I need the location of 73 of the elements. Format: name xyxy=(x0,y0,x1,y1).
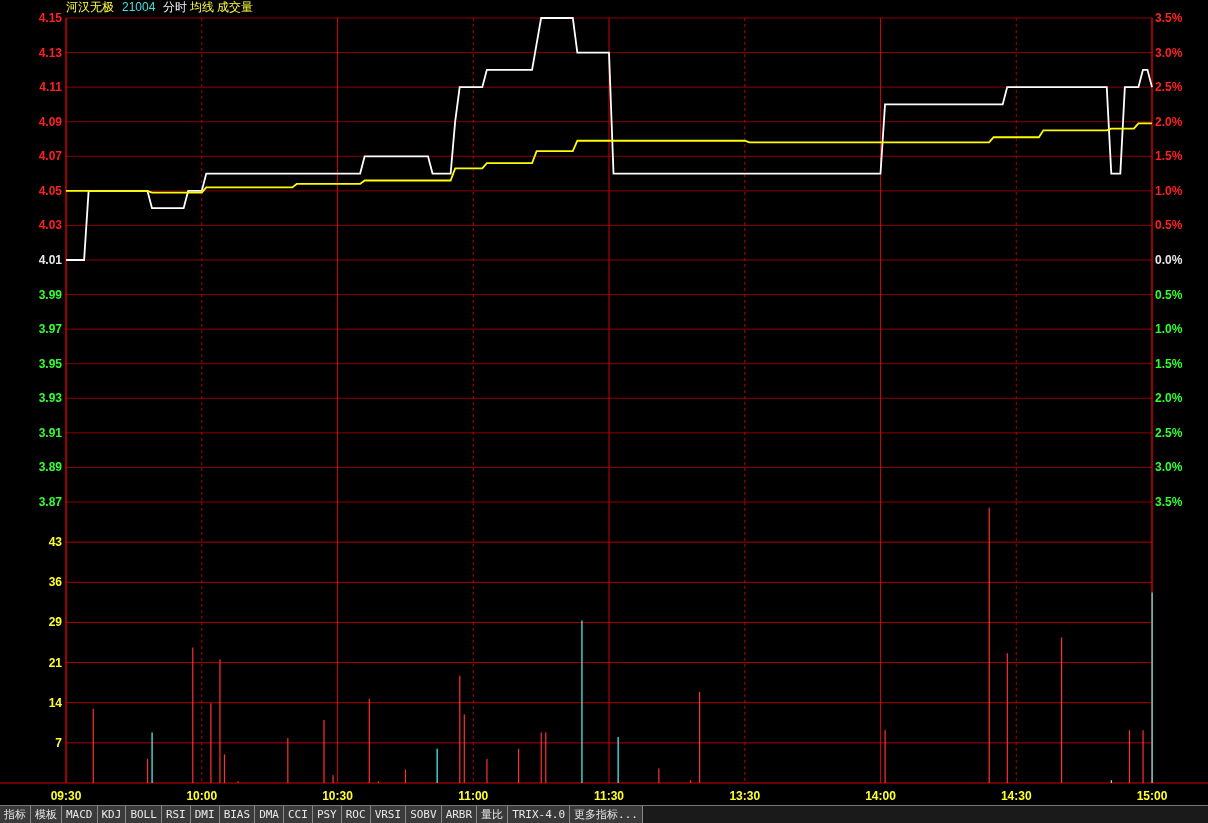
indicator-tab[interactable]: ROC xyxy=(341,806,371,823)
indicator-tab[interactable]: DMA xyxy=(255,806,284,823)
time-axis-label: 11:30 xyxy=(594,789,624,803)
price-axis-label: 4.15 xyxy=(38,11,62,25)
time-axis-label: 11:00 xyxy=(458,789,489,803)
price-axis-label: 4.09 xyxy=(38,114,62,129)
legend-label: 均线 xyxy=(190,0,215,14)
percent-axis-label: 2.0% xyxy=(1155,114,1183,129)
indicator-tab[interactable]: MACD xyxy=(62,806,98,823)
indicator-tab[interactable]: RSI xyxy=(161,806,191,823)
indicator-tab[interactable]: 指标 xyxy=(0,806,31,823)
price-axis-label: 4.11 xyxy=(39,80,62,95)
price-axis-label: 4.05 xyxy=(38,183,62,198)
chart-mode-label: 分时 xyxy=(163,0,188,14)
percent-axis-label: 2.5% xyxy=(1155,425,1183,440)
volume-axis-label: 43 xyxy=(48,535,62,550)
price-axis-label: 3.95 xyxy=(38,356,62,371)
indicator-tab[interactable]: BIAS xyxy=(219,806,256,823)
time-axis-label: 10:00 xyxy=(186,789,218,803)
percent-axis-label: 3.0% xyxy=(1155,45,1183,60)
percent-axis-label: 0.5% xyxy=(1155,287,1183,302)
volume-bar xyxy=(404,769,407,783)
time-axis-label: 09:30 xyxy=(50,789,82,803)
legend-label: 成交量 xyxy=(217,0,254,14)
percent-axis-label: 3.0% xyxy=(1155,460,1183,475)
time-axis-label: 14:00 xyxy=(865,789,896,803)
indicator-tab[interactable]: VRSI xyxy=(370,806,407,823)
volume-axis-label: 14 xyxy=(48,695,62,710)
price-axis-label: 4.07 xyxy=(38,149,62,164)
percent-axis-label: 1.5% xyxy=(1155,356,1183,371)
time-axis-label: 14:30 xyxy=(1000,789,1032,803)
volume-axis-label: 29 xyxy=(48,615,62,630)
volume-bar xyxy=(223,754,226,783)
time-axis-label: 10:30 xyxy=(322,789,353,803)
volume-bar xyxy=(689,780,692,783)
price-axis-label: 3.87 xyxy=(38,495,62,509)
price-axis-label: 3.97 xyxy=(38,322,62,337)
time-axis-label: 15:00 xyxy=(1136,789,1168,803)
percent-axis-label: 2.0% xyxy=(1155,391,1183,406)
percent-axis-label: 3.5% xyxy=(1155,495,1183,509)
price-axis-label: 4.03 xyxy=(38,218,62,233)
indicator-tab[interactable]: CCI xyxy=(284,806,313,823)
stock-code: 21004 xyxy=(122,0,156,14)
volume-axis-label: 36 xyxy=(48,575,62,590)
indicator-tab[interactable]: PSY xyxy=(312,806,342,823)
time-axis-label: 13:30 xyxy=(729,789,761,803)
percent-axis-label: 0.0% xyxy=(1155,253,1183,267)
percent-axis-label: 1.0% xyxy=(1155,322,1183,337)
volume-bar xyxy=(146,758,149,783)
volume-axis-label: 21 xyxy=(48,655,62,670)
percent-axis-label: 1.5% xyxy=(1155,149,1183,164)
price-axis-label: 3.93 xyxy=(38,391,62,406)
indicator-tab[interactable]: 量比 xyxy=(477,806,509,823)
volume-axis-label: 7 xyxy=(55,735,62,750)
price-axis-label: 3.99 xyxy=(38,287,62,302)
percent-axis-label: 3.5% xyxy=(1155,11,1183,25)
price-axis-label: 3.91 xyxy=(38,425,62,440)
stock-name: 河汉无极 xyxy=(66,0,114,14)
volume-bar xyxy=(1128,730,1131,783)
indicator-tab[interactable]: ARBR xyxy=(441,806,478,823)
price-axis-label: 3.89 xyxy=(38,460,62,475)
indicator-tab[interactable]: 模板 xyxy=(31,806,62,823)
price-axis-label: 4.13 xyxy=(38,45,62,60)
indicator-tab[interactable]: TRIX-4.0 xyxy=(508,806,571,823)
percent-axis-label: 0.5% xyxy=(1155,218,1183,233)
indicator-tab[interactable]: BOLL xyxy=(126,806,162,823)
indicator-tab[interactable]: KDJ xyxy=(97,806,127,823)
price-axis-label: 4.01 xyxy=(38,253,62,267)
indicator-tab[interactable]: DMI xyxy=(190,806,220,823)
percent-axis-label: 2.5% xyxy=(1155,80,1183,95)
percent-axis-label: 1.0% xyxy=(1155,183,1183,198)
indicator-tab[interactable]: SOBV xyxy=(406,806,442,823)
indicator-tab[interactable]: 更多指标... xyxy=(570,806,643,823)
